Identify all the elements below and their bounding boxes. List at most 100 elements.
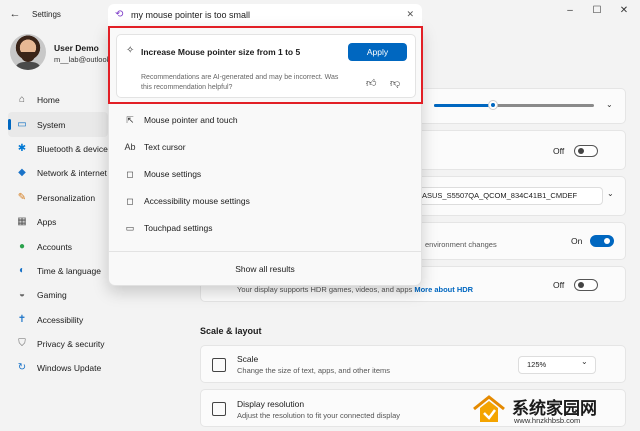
show-all-results-link[interactable]: Show all results <box>109 264 421 274</box>
thumbs-down-icon[interactable]: 👎︎ <box>390 77 400 89</box>
clear-search-icon[interactable]: ✕ <box>406 9 414 20</box>
back-arrow-icon[interactable]: ← <box>8 8 22 20</box>
sidebar-item[interactable]: ◆ Network & internet <box>8 161 108 185</box>
accessibility-icon: ✝ <box>17 313 27 325</box>
sidebar-item[interactable]: ◒ Gaming <box>8 283 108 307</box>
sidebar-item-label: Privacy & security <box>37 339 105 350</box>
sidebar-item[interactable]: ✝ Accessibility <box>8 308 108 332</box>
avatar <box>10 34 46 70</box>
home-icon: ⌂ <box>18 94 26 106</box>
watermark: 系统家园网 www.hnzkhbsb.com <box>468 392 638 430</box>
display-dropdown-value: ASUS_S5507QA_QCOM_834C41B1_CMDEF <box>422 191 578 200</box>
apply-button[interactable]: Apply <box>348 43 407 61</box>
recommendation-note: Recommendations are AI-generated and may… <box>141 74 339 91</box>
touchpad-icon: ▭ <box>125 222 135 233</box>
adaptive-state: On <box>571 236 583 246</box>
display-dropdown[interactable]: ASUS_S5507QA_QCOM_834C41B1_CMDEF <box>413 187 603 205</box>
minimize-button[interactable]: – <box>560 4 580 18</box>
sidebar-item-label: Home <box>37 95 60 106</box>
search-result-item[interactable]: ⇱ Mouse pointer and touch <box>116 108 416 132</box>
brush-icon: ✎ <box>17 191 27 203</box>
maximize-button[interactable]: ☐ <box>587 4 607 18</box>
search-result-label: Mouse pointer and touch <box>144 115 238 125</box>
hdr-description: Your display supports HDR games, videos,… <box>237 285 473 294</box>
sidebar-item[interactable]: ✎ Personalization <box>8 186 108 210</box>
hdr-link[interactable]: More about HDR <box>414 285 473 294</box>
sidebar-item[interactable]: ⛉ Privacy & security <box>8 332 108 356</box>
scale-title: Scale <box>237 354 259 364</box>
chevron-down-icon[interactable]: ⌄ <box>607 189 614 198</box>
adaptive-text: environment changes <box>425 240 497 249</box>
watermark-url: www.hnzkhbsb.com <box>514 416 581 425</box>
profile-name: User Demo <box>54 43 99 53</box>
pointer-touch-icon: ⇱ <box>126 114 134 125</box>
search-result-item[interactable]: ◻ Mouse settings <box>116 162 416 186</box>
search-result-label: Text cursor <box>144 142 186 152</box>
close-button[interactable]: ✕ <box>614 4 634 18</box>
globe-clock-icon: ◐ <box>18 264 26 276</box>
chevron-down-icon[interactable]: ⌄ <box>606 100 613 109</box>
search-input[interactable]: my mouse pointer is too small <box>131 10 250 20</box>
night-light-state: Off <box>553 146 565 156</box>
search-result-item[interactable]: ▭ Touchpad settings <box>116 216 416 240</box>
chevron-down-icon[interactable]: ⌄ <box>581 357 588 366</box>
gamepad-icon: ◒ <box>18 289 26 301</box>
divider <box>109 251 421 252</box>
system-icon: ▭ <box>17 118 27 130</box>
night-light-toggle[interactable] <box>574 145 598 157</box>
thumbs-up-icon[interactable]: 👍︎ <box>366 77 376 89</box>
search-result-item[interactable]: Ab Text cursor <box>116 135 416 159</box>
text-cursor-icon: Ab <box>124 142 136 152</box>
resolution-icon <box>212 402 226 416</box>
person-icon: ● <box>18 240 26 252</box>
recommendation-card: ✧ Increase Mouse pointer size from 1 to … <box>116 34 416 98</box>
sidebar-item-label: Network & internet <box>37 168 107 179</box>
copilot-search-icon: ⟲ <box>115 9 124 20</box>
section-title: Scale & layout <box>200 326 262 336</box>
search-results-popup: ✧ Increase Mouse pointer size from 1 to … <box>108 26 422 286</box>
sidebar-item-label: Windows Update <box>37 363 102 374</box>
search-result-label: Mouse settings <box>144 169 202 179</box>
adaptive-toggle[interactable] <box>590 235 614 247</box>
sidebar-item[interactable]: ✱ Bluetooth & devices <box>8 137 108 161</box>
scale-value: 125% <box>527 360 547 369</box>
resolution-title: Display resolution <box>237 399 305 409</box>
sidebar-item[interactable]: ◐ Time & language <box>8 259 108 283</box>
search-result-item[interactable]: ◻ Accessibility mouse settings <box>116 189 416 213</box>
sidebar-item-label: Accessibility <box>37 314 84 325</box>
apps-icon: ▦ <box>17 216 27 228</box>
sidebar-item[interactable]: ↻ Windows Update <box>8 356 108 380</box>
sidebar-item[interactable]: ● Accounts <box>8 234 108 258</box>
mouse-icon: ◻ <box>126 195 134 206</box>
sidebar-item-label: Time & language <box>37 265 101 276</box>
search-result-label: Accessibility mouse settings <box>144 196 250 206</box>
resolution-subtitle: Adjust the resolution to fit your connec… <box>237 411 401 420</box>
sidebar-item-label: Bluetooth & devices <box>37 143 108 154</box>
recommendation-title: Increase Mouse pointer size from 1 to 5 <box>141 47 301 57</box>
search-result-label: Touchpad settings <box>144 223 213 233</box>
sidebar-item[interactable]: ▭ System <box>8 112 108 137</box>
sparkle-icon: ✧ <box>126 45 135 56</box>
search-bar[interactable]: ⟲ my mouse pointer is too small ✕ <box>108 4 422 26</box>
sidebar-item-label: Gaming <box>37 290 67 301</box>
hdr-text: Your display supports HDR games, videos,… <box>237 285 413 294</box>
scale-card: Scale Change the size of text, apps, and… <box>200 345 626 383</box>
update-icon: ↻ <box>17 362 27 374</box>
bluetooth-icon: ✱ <box>17 142 27 154</box>
sidebar-item-label: Apps <box>37 217 57 228</box>
sidebar-item[interactable]: ⌂ Home <box>8 88 108 112</box>
scale-icon <box>212 358 226 372</box>
wifi-icon: ◆ <box>18 167 26 179</box>
sidebar-item-label: Accounts <box>37 241 72 252</box>
sidebar-item[interactable]: ▦ Apps <box>8 210 108 234</box>
sidebar-nav: ⌂ Home ▭ System ✱ Bluetooth & devices ◆ Network… <box>8 88 108 381</box>
user-profile[interactable]: User Demo m__lab@outlook.com <box>10 34 118 74</box>
scale-subtitle: Change the size of text, apps, and other… <box>237 366 391 375</box>
sidebar-item-label: Personalization <box>37 192 96 203</box>
brightness-slider[interactable] <box>434 100 594 110</box>
sidebar-item-label: System <box>37 119 66 130</box>
shield-icon: ⛉ <box>18 338 26 350</box>
house-logo-icon <box>473 395 505 422</box>
hdr-state: Off <box>553 280 565 290</box>
hdr-toggle[interactable] <box>574 279 598 291</box>
